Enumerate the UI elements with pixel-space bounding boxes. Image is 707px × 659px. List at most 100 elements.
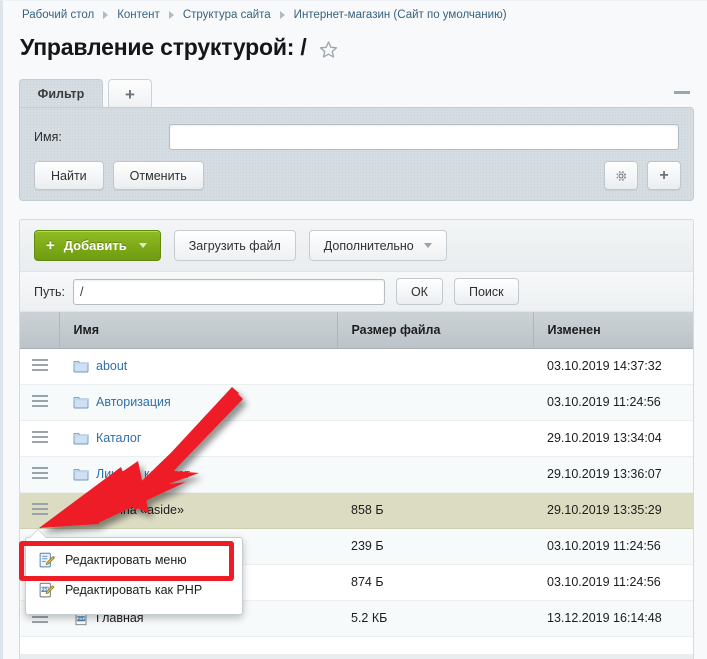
path-search-button[interactable]: Поиск [453,278,519,305]
breadcrumb-separator-icon [279,11,285,19]
row-date-cell: 03.10.2019 11:24:56 [533,564,693,601]
cancel-button[interactable]: Отменить [112,161,204,190]
row-size-cell [337,420,533,457]
table-row[interactable]: about 03.10.2019 14:37:32 [20,348,693,385]
star-icon[interactable] [319,36,338,59]
path-label: Путь: [34,284,65,299]
more-actions-button[interactable]: Дополнительно [308,230,447,261]
row-date-cell: 29.10.2019 13:36:07 [533,456,693,493]
row-size-cell [337,384,533,421]
row-name-cell: Авторизация [59,384,337,421]
row-handle-cell[interactable] [20,384,59,421]
upload-file-button[interactable]: Загрузить файл [173,230,296,261]
context-menu-item-edit-menu[interactable]: Редактировать меню [26,545,242,575]
tab-filter[interactable]: Фильтр [19,79,103,108]
row-date-cell: 03.10.2019 11:24:56 [533,384,693,421]
breadcrumb: Рабочий стол Контент Структура сайта Инт… [21,9,508,21]
collapse-filter-icon[interactable] [674,91,690,94]
chevron-down-icon [138,243,147,248]
breadcrumb-item-1[interactable]: Контент [116,9,161,21]
panel-bottom-edge [19,654,694,659]
table-row[interactable]: Авторизация 03.10.2019 11:24:56 [20,384,693,421]
context-menu: Редактировать меню PHP Редактировать как… [25,537,243,615]
row-size-cell: 874 Б [337,564,533,601]
tab-filter-label: Фильтр [37,87,85,101]
row-handle-cell[interactable] [20,420,59,457]
path-input[interactable] [72,278,385,305]
page-title-row: Управление структурой: / [20,34,338,61]
table-row[interactable]: Каталог 29.10.2019 13:34:04 [20,420,693,457]
list-toolbar: + Добавить Загрузить файл Дополнительно [20,220,693,272]
breadcrumb-separator-icon [168,11,174,19]
page-title: Управление структурой: / [20,34,307,60]
row-drag-handle[interactable] [31,430,48,443]
row-drag-handle[interactable] [31,466,48,479]
table-header-row: Имя Размер файла Изменен [20,312,693,349]
upload-file-label: Загрузить файл [188,238,281,253]
col-handle [20,312,60,349]
path-bar: Путь: ОК Поиск [20,272,693,312]
folder-icon [73,469,89,481]
tab-add-new[interactable]: + [108,79,152,108]
find-button[interactable]: Найти [34,161,104,190]
row-name-cell: about [59,348,337,385]
path-ok-button[interactable]: ОК [395,278,443,305]
row-date-cell: 13.12.2019 16:14:48 [533,600,693,637]
row-date-cell: 03.10.2019 11:24:56 [533,528,693,565]
breadcrumb-item-2[interactable]: Структура сайта [182,9,272,21]
col-size[interactable]: Размер файла [337,312,534,349]
breadcrumb-item-0[interactable]: Рабочий стол [21,9,95,21]
row-name[interactable]: Авторизация [96,395,171,409]
page-root: Рабочий стол Контент Структура сайта Инт… [0,0,707,659]
filter-settings-button[interactable] [604,161,638,190]
row-name-cell: Каталог [59,420,337,457]
row-drag-handle[interactable] [31,394,48,407]
row-handle-cell[interactable] [20,456,59,493]
row-size-cell: 239 Б [337,528,533,565]
table-row[interactable]: Личный кабинет 29.10.2019 13:36:07 [20,456,693,493]
folder-icon [73,361,89,373]
plus-icon: + [46,237,55,254]
row-drag-handle[interactable] [31,358,48,371]
svg-text:PHP: PHP [77,616,86,621]
folder-icon [73,433,89,445]
filter-name-input[interactable] [169,124,679,150]
row-date-cell: 29.10.2019 13:34:04 [533,420,693,457]
row-name: Меню типа «aside» [73,503,184,517]
edit-menu-icon [39,552,55,567]
more-actions-label: Дополнительно [323,238,414,253]
filter-panel: Фильтр + Имя: Найти Отменить + [19,79,694,201]
row-handle-cell[interactable] [20,492,59,529]
row-name[interactable]: Личный кабинет [96,467,190,481]
filter-tabs: Фильтр + [19,79,152,108]
context-menu-item-edit-php[interactable]: PHP Редактировать как PHP [26,575,242,605]
plus-icon: + [125,84,135,104]
breadcrumb-item-3[interactable]: Интернет-магазин (Сайт по умолчанию) [293,9,508,21]
row-size-cell: 858 Б [337,492,533,529]
table-row[interactable]: Меню типа «aside» 858 Б 29.10.2019 13:35:2… [20,492,693,529]
plus-icon: + [659,166,669,184]
col-name[interactable]: Имя [59,312,338,349]
row-name[interactable]: about [96,359,127,373]
row-date-cell: 29.10.2019 13:35:29 [533,492,693,529]
filter-add-button[interactable]: + [647,161,681,190]
breadcrumb-separator-icon [103,11,109,19]
filter-name-row: Имя: [34,124,679,150]
edit-php-icon: PHP [39,582,55,597]
row-size-cell: 5.2 КБ [337,600,533,637]
row-handle-cell[interactable] [20,348,59,385]
folder-icon [73,397,89,409]
chevron-down-icon [423,243,432,248]
row-name[interactable]: Каталог [96,431,141,445]
filter-body: Имя: Найти Отменить + [19,107,694,201]
file-table-head: Имя Размер файла Изменен [20,312,693,349]
context-menu-item-label: Редактировать меню [65,553,187,567]
context-menu-item-label: Редактировать как PHP [65,583,203,597]
filter-actions: Найти Отменить + [34,161,681,190]
add-button[interactable]: + Добавить [34,230,161,261]
context-menu-pointer-icon [30,530,46,538]
row-name-cell: Личный кабинет [59,456,337,493]
row-date-cell: 03.10.2019 14:37:32 [533,348,693,385]
col-date[interactable]: Изменен [533,312,693,349]
row-drag-handle[interactable] [31,502,48,515]
